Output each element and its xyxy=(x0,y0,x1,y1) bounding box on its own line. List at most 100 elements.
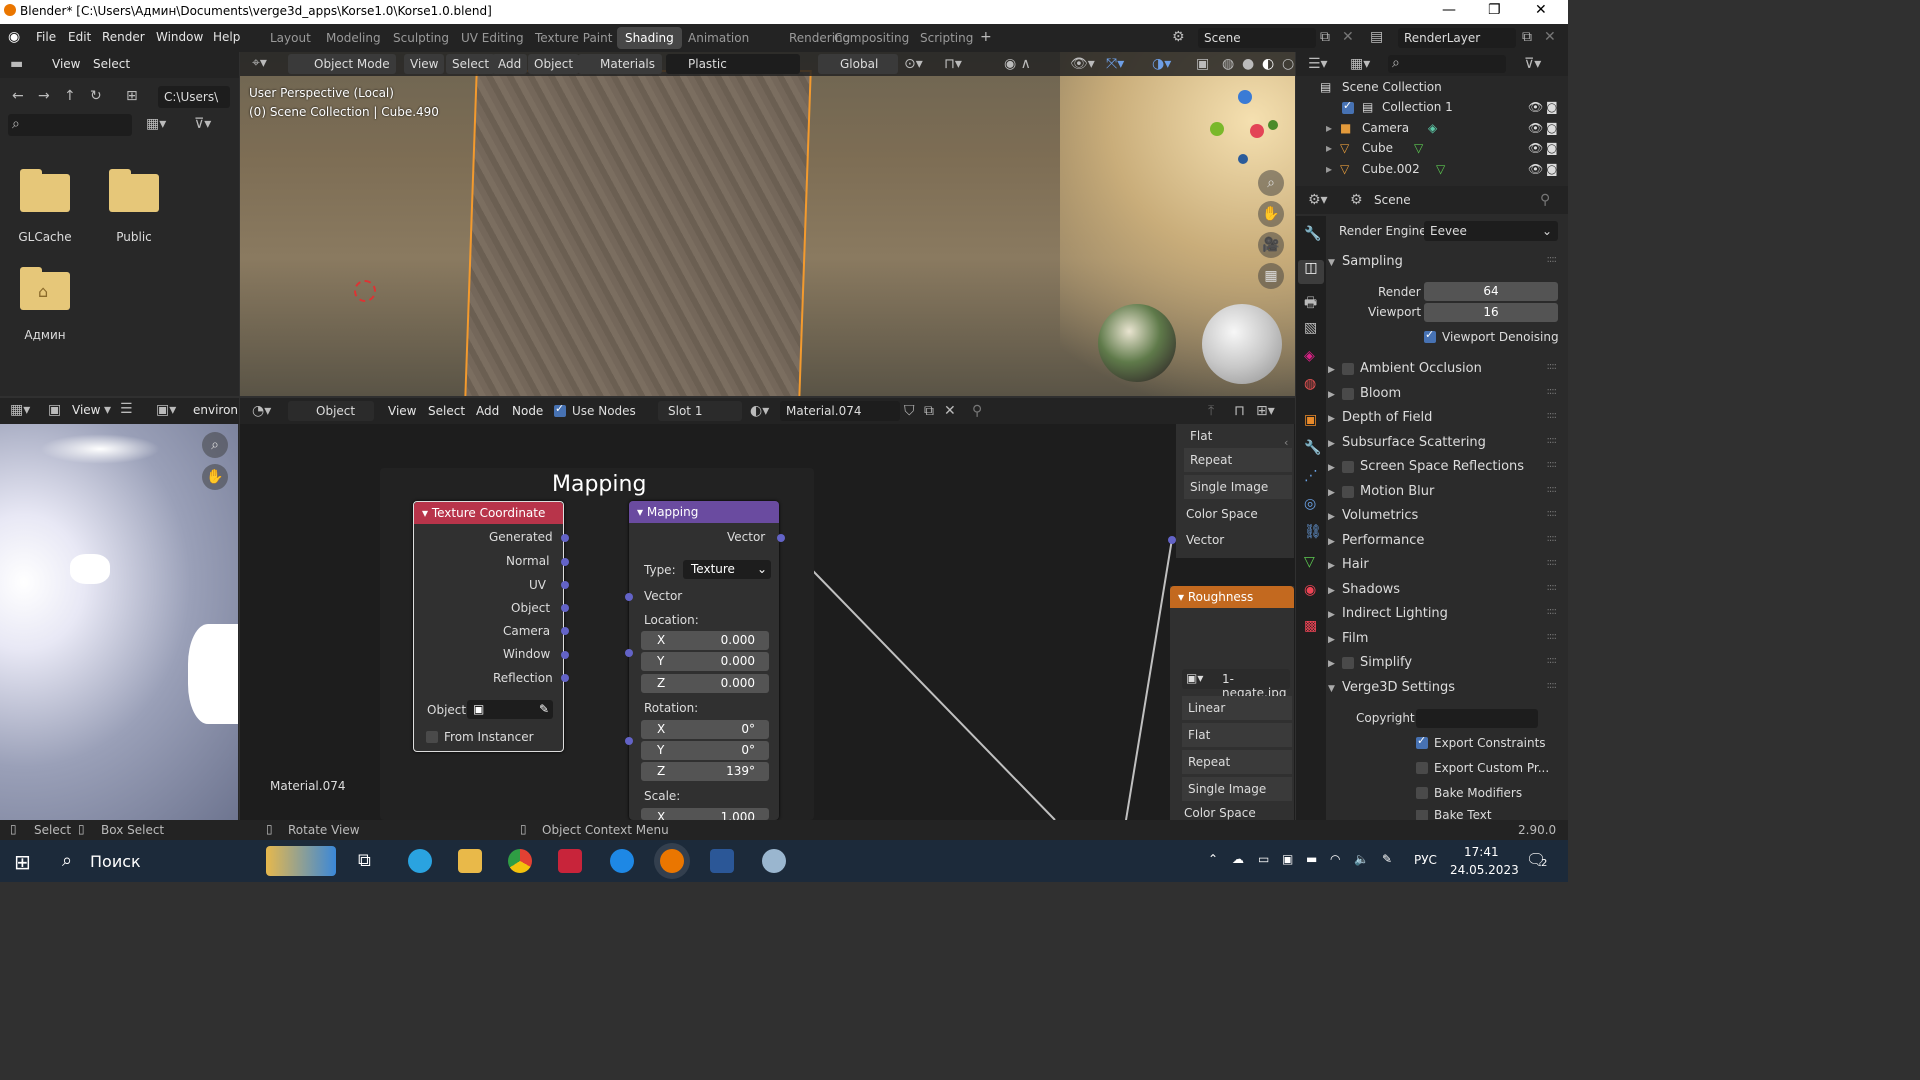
visibility-icon[interactable]: 👁▾ xyxy=(1070,56,1095,72)
search-icon[interactable]: ⌕ xyxy=(62,850,72,871)
rendered-shading-icon[interactable]: ○ xyxy=(1282,56,1294,72)
render-camera-icon[interactable]: ◙ xyxy=(1546,162,1558,176)
camera-view-icon[interactable]: 🎥 xyxy=(1258,232,1284,258)
panel-bloom[interactable]: ▶ Bloom:::: xyxy=(1328,386,1564,408)
xray-icon[interactable]: ▣ xyxy=(1196,56,1209,72)
device-icon[interactable]: ▭ xyxy=(1258,852,1269,866)
filter-search-input[interactable]: ⌕ xyxy=(8,114,132,136)
texture-tab-icon[interactable]: ▩ xyxy=(1304,618,1317,634)
scene-icon[interactable]: ⚙ xyxy=(1172,29,1185,45)
socket-reflection[interactable] xyxy=(561,674,569,682)
drag-grip-icon[interactable]: :::: xyxy=(1547,631,1558,642)
back-arrow-icon[interactable]: ← xyxy=(12,88,24,104)
panel-enable-checkbox[interactable] xyxy=(1342,656,1354,669)
location-y-field[interactable]: Y 0.000 xyxy=(641,652,769,671)
close-icon[interactable]: ✕ xyxy=(1535,2,1547,18)
bake-modifiers-checkbox[interactable]: Bake Modifiers xyxy=(1416,786,1522,800)
panel-enable-checkbox[interactable] xyxy=(1342,485,1354,498)
rotation-y-field[interactable]: Y 0° xyxy=(641,741,769,760)
from-instancer-checkbox[interactable]: From Instancer xyxy=(426,730,534,744)
snap-mode-icon[interactable]: ⊞▾ xyxy=(1256,403,1275,419)
language-indicator[interactable]: РУС xyxy=(1414,853,1437,867)
checkbox-unchecked[interactable] xyxy=(426,731,438,743)
collapse-arrow-icon[interactable]: ▾ xyxy=(637,505,647,519)
parent-dir-icon[interactable]: ↑ xyxy=(64,88,76,104)
render-engine-dropdown[interactable]: Eevee ⌄ xyxy=(1424,221,1558,241)
outliner-item-cube[interactable]: ▸ ▽ Cube ▽ 👁 ◙ xyxy=(1296,141,1568,161)
checkbox-unchecked[interactable] xyxy=(1416,787,1428,799)
location-x-field[interactable]: X 0.000 xyxy=(641,631,769,650)
task-view-icon[interactable]: ⧉ xyxy=(358,850,371,871)
expand-icon[interactable]: ▸ xyxy=(1326,121,1332,135)
view-layer-icon[interactable]: ▤ xyxy=(1370,29,1383,45)
object-shader-type[interactable]: Object xyxy=(288,401,374,421)
panel-sampling[interactable]: ▼ Sampling:::: xyxy=(1328,254,1564,276)
menu-add[interactable]: Add xyxy=(476,404,499,418)
pivot-icon[interactable]: ⊙▾ xyxy=(904,56,923,72)
new-view-layer-icon[interactable]: ⧉ xyxy=(1522,29,1532,45)
3d-viewport[interactable]: ⌖▾ Object Mode View Select Add Object Ma… xyxy=(240,52,1295,396)
object-picker[interactable]: ▣ ✎ xyxy=(467,700,553,719)
filter-icon[interactable]: ⊽▾ xyxy=(1524,56,1541,72)
socket-uv[interactable] xyxy=(561,581,569,589)
extension-dropdown[interactable]: Repeat xyxy=(1182,750,1292,774)
socket-camera[interactable] xyxy=(561,627,569,635)
menu-render[interactable]: Render xyxy=(102,30,145,44)
panel-volumetrics[interactable]: ▶ Volumetrics:::: xyxy=(1328,508,1564,530)
mode-selector[interactable]: Object Mode xyxy=(288,54,396,74)
menu-edit[interactable]: Edit xyxy=(68,30,91,44)
image-datablock-field[interactable]: ▣▾ 1-negate.jpg xyxy=(1182,669,1290,700)
wireframe-shading-icon[interactable]: ◍ xyxy=(1222,56,1234,72)
collapse-arrow-icon[interactable]: ▾ xyxy=(422,506,432,520)
solid-shading-icon[interactable]: ● xyxy=(1242,56,1254,72)
ortho-grid-icon[interactable]: ▦ xyxy=(1258,263,1284,289)
monitor-icon[interactable]: ▣ xyxy=(1282,852,1293,866)
pan-hand-icon[interactable]: ✋ xyxy=(202,464,228,490)
drag-grip-icon[interactable]: :::: xyxy=(1547,484,1558,495)
volume-icon[interactable]: 🔈 xyxy=(1354,852,1369,866)
gizmo-toggle-icon[interactable]: ⤧▾ xyxy=(1106,56,1124,72)
node-header[interactable]: ▾ Mapping xyxy=(629,501,779,523)
pen-icon[interactable]: ✎ xyxy=(1382,852,1392,866)
menu-window[interactable]: Window xyxy=(156,30,203,44)
pin-icon[interactable]: ⚲ xyxy=(972,403,982,419)
socket-object[interactable] xyxy=(561,604,569,612)
image-name-field[interactable]: environ xyxy=(193,403,237,417)
particles-tab-icon[interactable]: ⋰ xyxy=(1304,468,1318,484)
data-tab-icon[interactable]: ▽ xyxy=(1304,554,1315,570)
drag-grip-icon[interactable]: :::: xyxy=(1547,655,1558,666)
collapse-arrow-icon[interactable]: ▾ xyxy=(1178,590,1188,604)
drag-grip-icon[interactable]: :::: xyxy=(1547,410,1558,421)
material-tab-icon[interactable]: ◉ xyxy=(1304,582,1316,598)
telegram-icon[interactable] xyxy=(408,849,432,873)
panel-depth-of-field[interactable]: ▶ Depth of Field:::: xyxy=(1328,410,1564,432)
tab-modeling[interactable]: Modeling xyxy=(318,27,389,49)
drag-grip-icon[interactable]: :::: xyxy=(1547,386,1558,397)
panel-indirect-lighting[interactable]: ▶ Indirect Lighting:::: xyxy=(1328,606,1564,628)
menu-view[interactable]: View xyxy=(72,403,100,417)
axis-z-icon[interactable] xyxy=(1238,90,1252,104)
display-mode-icon[interactable]: ▦▾ xyxy=(1350,56,1370,72)
copyright-input[interactable] xyxy=(1416,709,1538,728)
eye-icon[interactable]: 👁 xyxy=(1528,100,1543,114)
panel-shadows[interactable]: ▶ Shadows:::: xyxy=(1328,582,1564,604)
image-mode-icon[interactable]: ▣ xyxy=(48,402,61,418)
blender-menu-icon[interactable]: ◉ xyxy=(8,29,20,45)
scene-tab-icon[interactable]: ◈ xyxy=(1304,348,1315,364)
socket-window[interactable] xyxy=(561,651,569,659)
filter-icon[interactable]: ⊽▾ xyxy=(194,116,211,132)
taskbar-search[interactable]: Поиск xyxy=(90,852,141,871)
panel-performance[interactable]: ▶ Performance:::: xyxy=(1328,533,1564,555)
tool-tab-icon[interactable]: 🔧 xyxy=(1304,226,1321,242)
location-z-field[interactable]: Z 0.000 xyxy=(641,674,769,693)
menu-object[interactable]: Object xyxy=(528,54,580,74)
interp-dropdown[interactable]: Flat xyxy=(1184,424,1292,448)
panel-screen-space-reflections[interactable]: ▶ Screen Space Reflections:::: xyxy=(1328,459,1564,481)
menu-file[interactable]: File xyxy=(36,30,56,44)
sidebar-toggle-icon[interactable]: ‹ xyxy=(1284,436,1288,449)
file-explorer-icon[interactable] xyxy=(458,849,482,873)
folder-label-admin[interactable]: Админ xyxy=(0,328,90,342)
checkbox-checked[interactable] xyxy=(1416,734,1428,749)
world-tab-icon[interactable]: ◍ xyxy=(1304,376,1316,392)
render-camera-icon[interactable]: ◙ xyxy=(1546,121,1558,135)
